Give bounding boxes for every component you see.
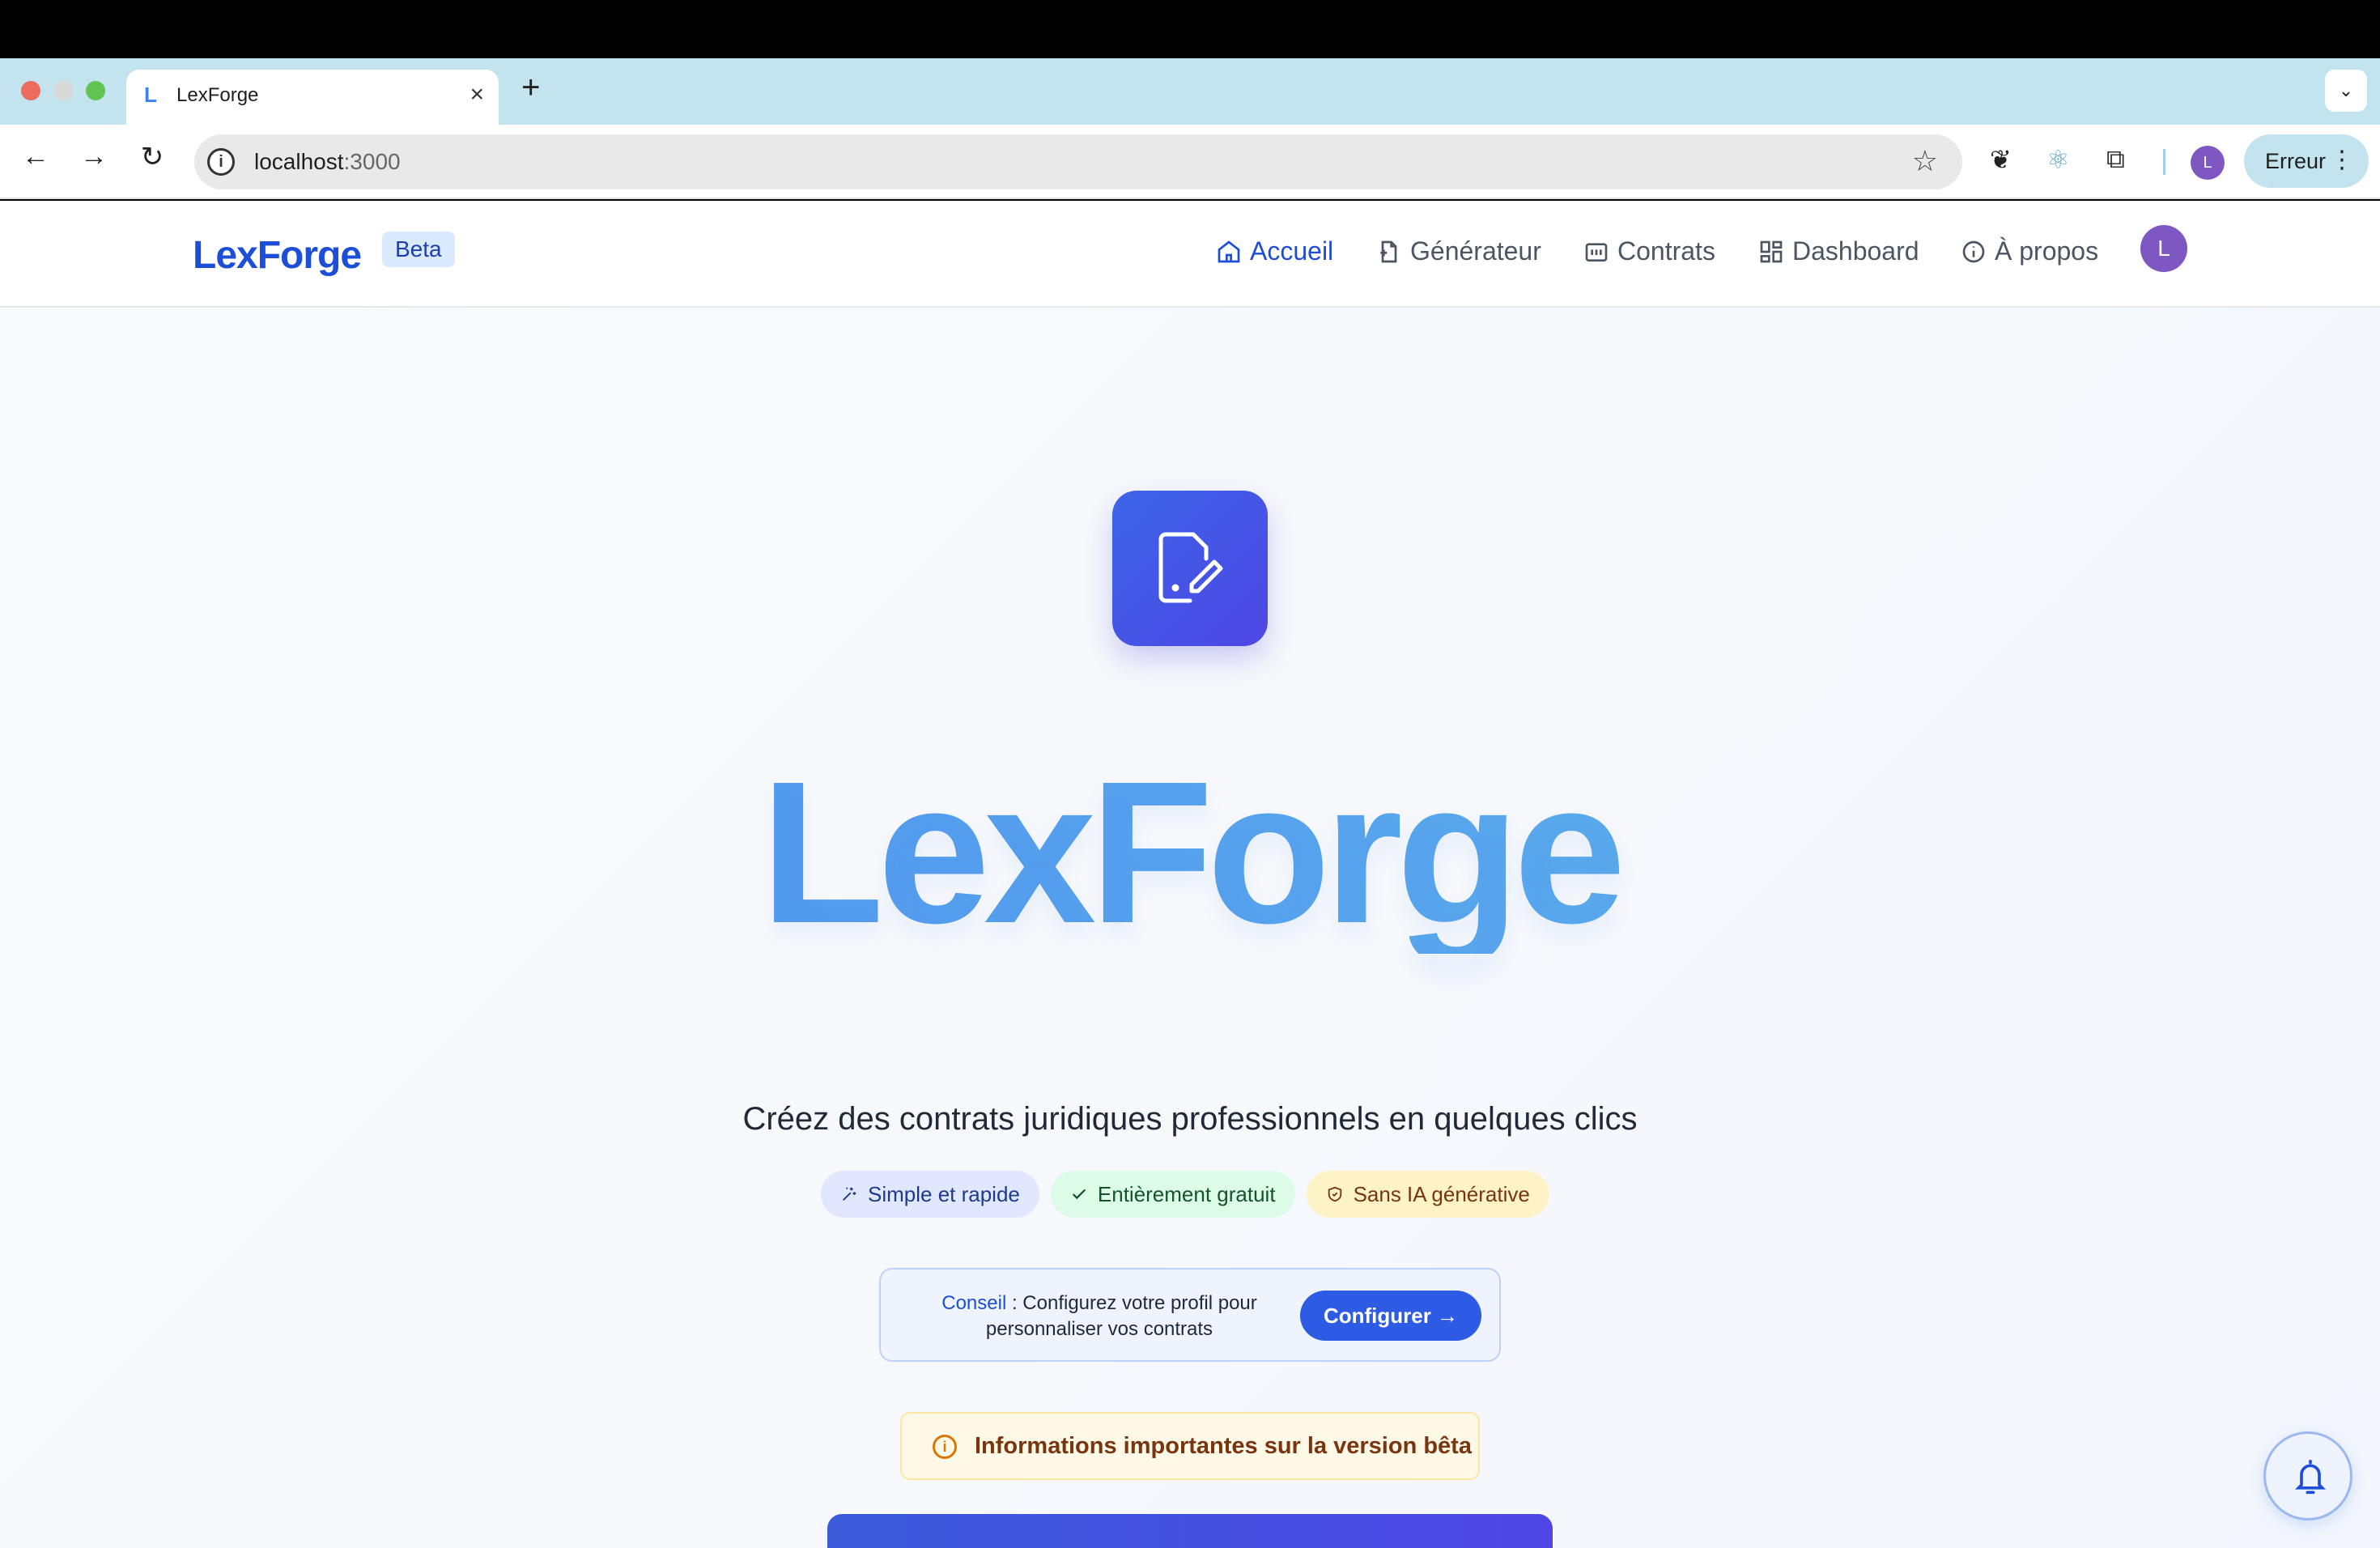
tab-title: LexForge	[176, 84, 259, 106]
reload-icon[interactable]: ↻	[134, 141, 170, 173]
nav-item-contrats[interactable]: Contrats	[1583, 236, 1715, 266]
error-label: Erreur	[2265, 149, 2327, 173]
minimize-window-button[interactable]	[53, 81, 73, 100]
user-avatar[interactable]: L	[2140, 225, 2187, 272]
extension-react-icon[interactable]: ⚛	[2046, 144, 2070, 175]
nav-item-a-propos[interactable]: À propos	[1961, 236, 2098, 266]
shield-icon	[1328, 1186, 1341, 1202]
back-arrow-icon[interactable]: ←	[18, 141, 53, 172]
url-text[interactable]: localhost:3000	[254, 149, 401, 175]
nav-label: Dashboard	[1792, 236, 1919, 266]
beta-badge: Beta	[382, 232, 455, 267]
grid-icon	[1760, 240, 1783, 262]
sparkle-icon	[843, 1187, 856, 1201]
badge-sans-ia: Sans IA générative	[1306, 1171, 1549, 1218]
badge-simple: Simple et rapide	[821, 1171, 1039, 1218]
tip-text: Conseil : Configurez votre profil pour p…	[941, 1292, 1257, 1340]
hero-title: LexForge	[0, 751, 2380, 954]
tip-card: Conseil : Configurez votre profil pour p…	[879, 1268, 1501, 1362]
macos-menu-bar	[0, 0, 2380, 58]
hero-logo	[1112, 491, 1268, 646]
configure-button[interactable]: Configurer →	[1300, 1291, 1481, 1341]
bell-icon	[2294, 1460, 2327, 1495]
profile-avatar[interactable]: L	[2191, 146, 2225, 180]
tab-search-button[interactable]: ⌄	[2325, 70, 2367, 112]
maximize-window-button[interactable]	[86, 81, 105, 100]
address-bar[interactable]: i localhost:3000 ☆	[194, 134, 1962, 189]
nav-item-dashboard[interactable]: Dashboard	[1758, 236, 1919, 266]
notifications-button[interactable]	[2263, 1431, 2352, 1520]
app-header: LexForge Beta Accueil Générateur Contrat…	[0, 201, 2380, 308]
document-edit-icon	[1158, 532, 1223, 603]
browser-toolbar: ← → ↻ i localhost:3000 ☆ ❦ ⚛ ⧉ L Erreur …	[0, 125, 2380, 199]
nav-label: Contrats	[1617, 236, 1715, 266]
bookmark-star-icon[interactable]: ☆	[1912, 144, 1938, 178]
close-icon[interactable]: ×	[470, 81, 484, 108]
extensions-puzzle-icon[interactable]: ⧉	[2106, 144, 2125, 175]
folder-icon	[1585, 242, 1608, 262]
nav-item-generateur[interactable]: Générateur	[1376, 236, 1541, 266]
error-menu-button[interactable]: Erreur ⋮	[2244, 134, 2369, 188]
extension-sprout-icon[interactable]: ❦	[1990, 144, 2012, 175]
nav-label: Accueil	[1250, 236, 1334, 266]
forward-arrow-icon[interactable]: →	[76, 141, 112, 172]
nav-label: Générateur	[1410, 236, 1541, 266]
info-icon	[1962, 240, 1985, 262]
tab-favicon-icon: L	[144, 83, 157, 107]
file-plus-icon	[1380, 240, 1397, 262]
info-icon: i	[933, 1435, 957, 1459]
nav-label: À propos	[1995, 236, 2099, 266]
home-icon	[1218, 240, 1240, 262]
nav-item-accueil[interactable]: Accueil	[1216, 236, 1333, 266]
badge-gratuit: Entièrement gratuit	[1050, 1171, 1295, 1218]
feature-badges: Simple et rapide Entièrement gratuit San…	[821, 1171, 1549, 1218]
hero-subtitle: Créez des contrats juridiques profession…	[742, 1101, 1638, 1137]
cta-button-partial[interactable]	[827, 1514, 1553, 1548]
brand-logo[interactable]: LexForge	[193, 233, 362, 278]
toolbar-divider	[2163, 149, 2165, 175]
beta-info-text: Informations importantes sur la version …	[975, 1433, 1472, 1459]
new-tab-button[interactable]: +	[521, 70, 540, 106]
browser-tab-lexforge[interactable]: L LexForge ×	[126, 70, 499, 125]
check-icon	[1072, 1189, 1086, 1200]
page-content: LexForge Beta Accueil Générateur Contrat…	[0, 201, 2380, 1548]
site-info-icon[interactable]: i	[207, 148, 235, 176]
close-window-button[interactable]	[21, 81, 40, 100]
kebab-menu-icon: ⋮	[2330, 147, 2354, 173]
beta-info-banner[interactable]: i Informations importantes sur la versio…	[900, 1412, 1480, 1480]
